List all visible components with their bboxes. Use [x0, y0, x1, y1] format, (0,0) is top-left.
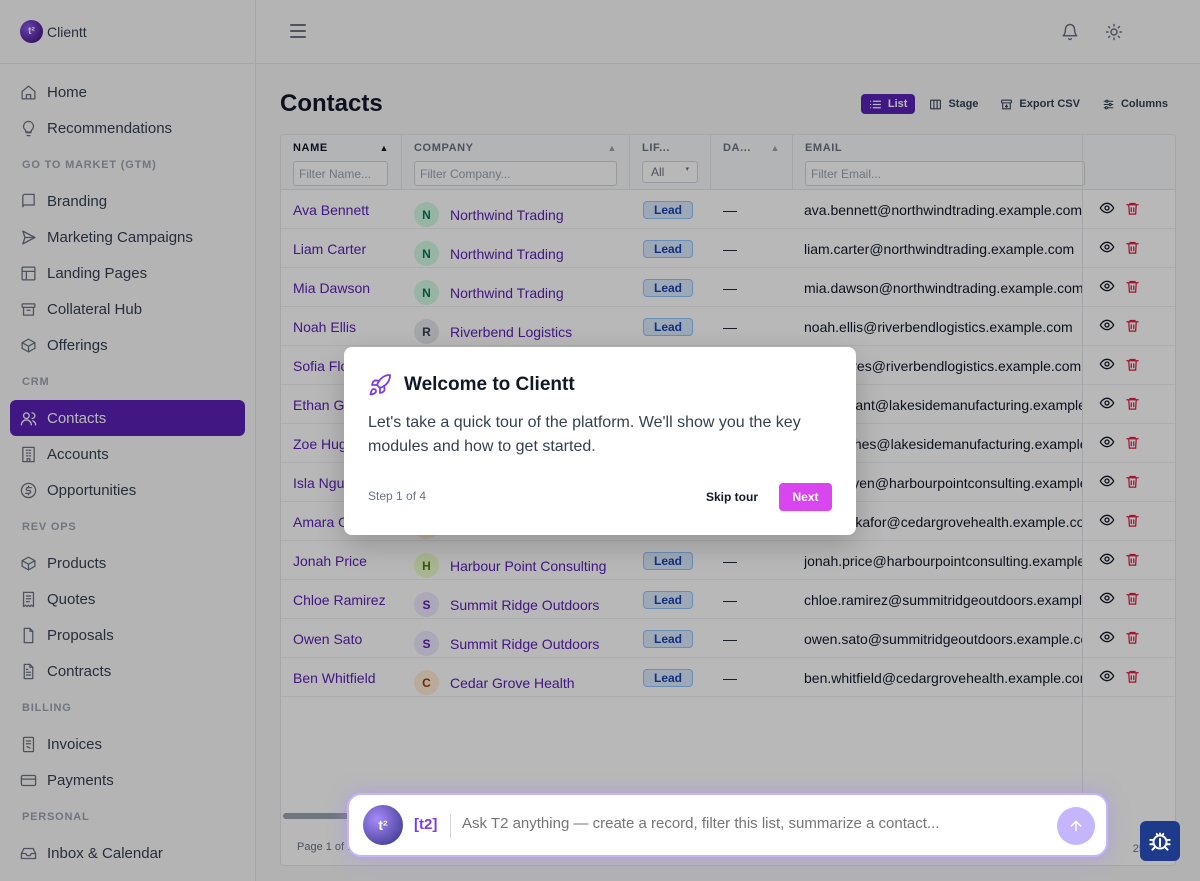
send-button[interactable] — [1057, 807, 1095, 845]
arrow-up-icon — [1070, 820, 1082, 832]
assistant-input[interactable] — [462, 815, 1042, 832]
modal-title: Welcome to Clientt — [404, 374, 575, 395]
assistant-tag: [t2] — [414, 816, 438, 833]
modal-body: Let's take a quick tour of the platform.… — [368, 414, 801, 455]
assistant-divider — [450, 814, 451, 838]
skip-tour-button[interactable]: Skip tour — [698, 483, 766, 511]
tour-step: Step 1 of 4 — [368, 489, 427, 503]
bug-report-button[interactable] — [1140, 821, 1180, 861]
welcome-tour-modal: Welcome to Clientt Let's take a quick to… — [344, 347, 856, 535]
t2-logo-icon: t² — [363, 805, 403, 845]
rocket-icon — [369, 374, 391, 396]
assistant-bar: t² [t2] — [347, 793, 1108, 857]
next-button[interactable]: Next — [779, 483, 832, 511]
bug-icon — [1149, 832, 1171, 851]
